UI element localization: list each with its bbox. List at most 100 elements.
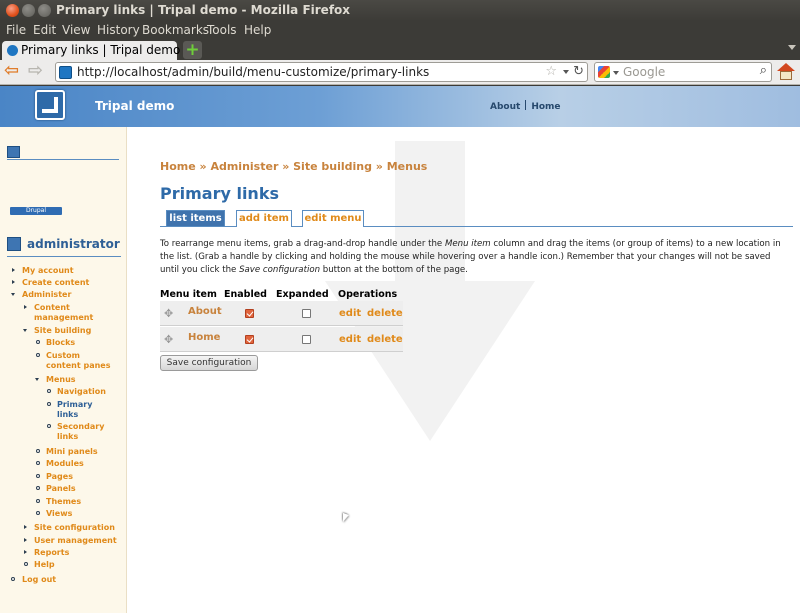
edit-link[interactable]: edit (339, 308, 361, 319)
delete-link[interactable]: delete (367, 334, 403, 345)
collapsed-bullet-icon (24, 550, 27, 554)
leaf-bullet-icon (24, 562, 28, 566)
enabled-checkbox[interactable] (245, 335, 254, 344)
home-button[interactable] (776, 63, 796, 81)
search-icon[interactable]: ⌕ (760, 63, 767, 78)
minimize-window-button[interactable] (22, 4, 35, 17)
collapsed-bullet-icon (24, 525, 27, 529)
sidebar-item-site-configuration[interactable]: Site configuration (34, 523, 115, 533)
sidebar-item-user-management[interactable]: User management (34, 536, 117, 546)
table-row: ✥ About edit delete (160, 301, 403, 326)
bookmark-star-icon[interactable]: ☆ (545, 64, 557, 79)
sidebar: Drupal administrator My account Create c… (0, 127, 127, 613)
sidebar-item-themes[interactable]: Themes (46, 497, 81, 507)
sidebar-item-primary-links[interactable]: Primary links (57, 400, 97, 420)
menubar: File Edit View History Bookmarks Tools H… (0, 21, 800, 40)
menu-view[interactable]: View (62, 23, 90, 37)
window-titlebar: Primary links | Tripal demo - Mozilla Fi… (0, 0, 800, 21)
sidebar-item-content-management[interactable]: Content management (34, 303, 114, 323)
sidebar-item-secondary-links[interactable]: Secondary links (57, 422, 112, 442)
menu-file[interactable]: File (6, 23, 26, 37)
maximize-window-button[interactable] (38, 4, 51, 17)
menu-bookmarks[interactable]: Bookmarks (142, 23, 209, 37)
menu-item-link[interactable]: About (188, 306, 222, 317)
new-tab-button[interactable]: + (183, 41, 202, 59)
collapsed-bullet-icon (12, 268, 15, 272)
delete-link[interactable]: delete (367, 308, 403, 319)
leaf-bullet-icon (36, 474, 40, 478)
menu-item-link[interactable]: Home (188, 332, 220, 343)
close-window-button[interactable] (6, 4, 19, 17)
sidebar-item-panels[interactable]: Panels (46, 484, 76, 494)
forward-button[interactable]: ⇨ (28, 62, 48, 81)
web-page: Tripal demo About Home Drupal administrat… (0, 86, 800, 613)
edit-link[interactable]: edit (339, 334, 361, 345)
google-engine-icon[interactable] (598, 66, 610, 78)
sidebar-item-custom-content-panes[interactable]: Custom content panes (46, 351, 111, 371)
primary-link-home[interactable]: Home (531, 102, 560, 112)
sidebar-item-blocks[interactable]: Blocks (46, 338, 75, 348)
leaf-bullet-icon (36, 499, 40, 503)
expanded-checkbox[interactable] (302, 309, 311, 318)
sidebar-item-my-account[interactable]: My account (22, 266, 74, 276)
sidebar-item-site-building[interactable]: Site building (34, 326, 91, 336)
menu-help[interactable]: Help (244, 23, 271, 37)
leaf-bullet-icon (47, 389, 51, 393)
leaf-bullet-icon (36, 461, 40, 465)
url-bar[interactable]: http://localhost/admin/build/menu-custom… (55, 62, 588, 82)
favicon-icon (7, 45, 18, 56)
search-input[interactable]: Google (623, 65, 665, 79)
column-header-expanded: Expanded (276, 289, 329, 300)
sidebar-item-modules[interactable]: Modules (46, 459, 84, 469)
search-engine-dropdown-icon[interactable] (613, 71, 619, 75)
reload-icon[interactable]: ↻ (573, 64, 584, 79)
user-block-header: administrator (7, 237, 121, 257)
url-history-dropdown-icon[interactable] (563, 70, 569, 74)
save-configuration-button[interactable]: Save configuration (160, 355, 258, 371)
collapsed-bullet-icon (12, 280, 15, 284)
menu-edit[interactable]: Edit (33, 23, 56, 37)
sidebar-item-administer[interactable]: Administer (22, 290, 71, 300)
url-text[interactable]: http://localhost/admin/build/menu-custom… (77, 65, 429, 79)
help-text: To rearrange menu items, grab a drag-and… (160, 239, 781, 275)
tab-add-item[interactable]: add item (236, 210, 292, 227)
block-logo-icon (7, 146, 20, 158)
sidebar-item-navigation[interactable]: Navigation (57, 387, 106, 397)
sidebar-item-create-content[interactable]: Create content (22, 278, 89, 288)
back-button[interactable]: ⇦ (4, 62, 24, 81)
tab-title: Primary links | Tripal demo (21, 43, 181, 57)
tab-edit-menu[interactable]: edit menu (302, 210, 364, 227)
breadcrumb[interactable]: Home » Administer » Site building » Menu… (160, 160, 427, 173)
tab-bar: Primary links | Tripal demo + (0, 40, 800, 60)
sidebar-item-reports[interactable]: Reports (34, 548, 69, 558)
leaf-bullet-icon (36, 486, 40, 490)
sidebar-item-menus[interactable]: Menus (46, 375, 76, 385)
leaf-bullet-icon (11, 577, 15, 581)
primary-links: About Home (490, 100, 561, 112)
site-identity-icon[interactable] (59, 66, 72, 79)
site-header: Tripal demo About Home (0, 86, 800, 127)
browser-tab[interactable]: Primary links | Tripal demo (2, 41, 181, 60)
search-bar[interactable]: Google ⌕ (594, 62, 772, 82)
tab-list-items[interactable]: list items (166, 210, 225, 227)
primary-link-about[interactable]: About (490, 102, 520, 112)
drupal-badge[interactable]: Drupal (10, 207, 62, 215)
enabled-checkbox[interactable] (245, 309, 254, 318)
sidebar-item-help[interactable]: Help (34, 560, 55, 570)
site-logo[interactable] (35, 90, 65, 120)
user-block-icon (7, 237, 21, 251)
sidebar-item-views[interactable]: Views (46, 509, 72, 519)
sidebar-item-log-out[interactable]: Log out (22, 575, 56, 585)
drag-handle-icon[interactable]: ✥ (164, 333, 173, 346)
leaf-bullet-icon (36, 449, 40, 453)
expanded-checkbox[interactable] (302, 335, 311, 344)
menu-tools[interactable]: Tools (207, 23, 237, 37)
column-header-operations: Operations (338, 289, 398, 300)
home-icon (777, 63, 795, 71)
tab-list-icon[interactable] (788, 45, 796, 50)
site-name[interactable]: Tripal demo (95, 99, 174, 113)
drag-handle-icon[interactable]: ✥ (164, 307, 173, 320)
sidebar-item-pages[interactable]: Pages (46, 472, 73, 482)
menu-history[interactable]: History (97, 23, 140, 37)
sidebar-item-mini-panels[interactable]: Mini panels (46, 447, 98, 457)
